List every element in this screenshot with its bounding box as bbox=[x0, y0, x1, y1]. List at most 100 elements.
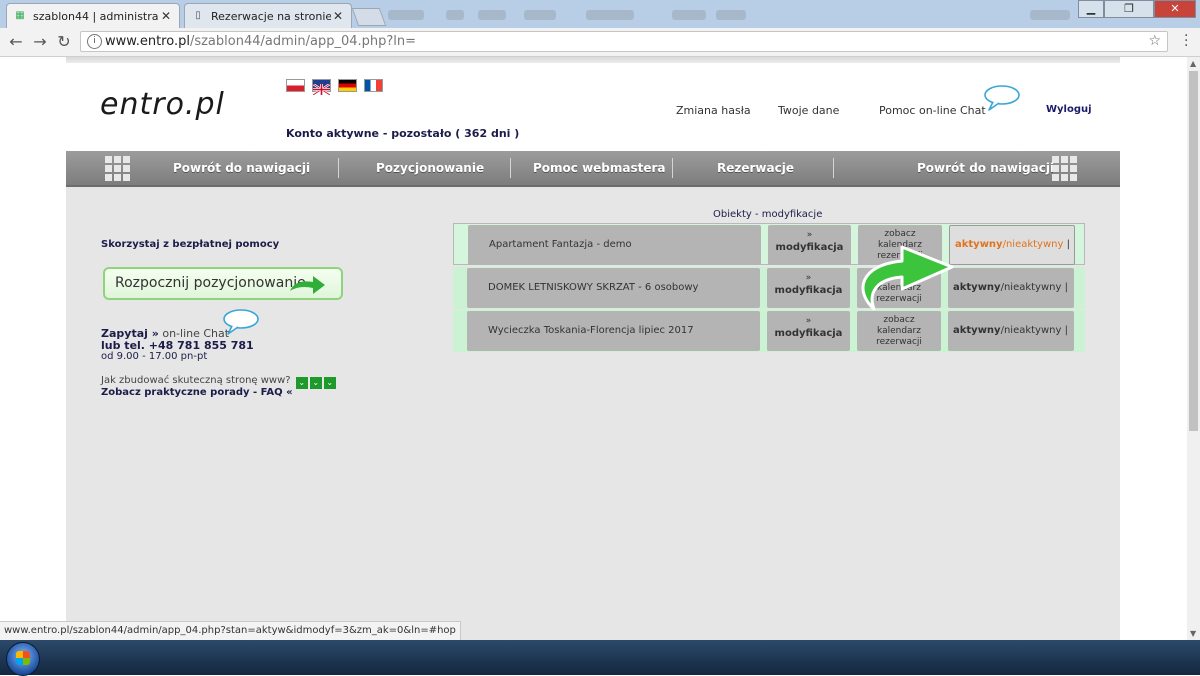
restore-button[interactable]: ❐ bbox=[1104, 0, 1154, 18]
nav-webmaster-help[interactable]: Pomoc webmastera bbox=[533, 151, 666, 185]
nav-separator bbox=[338, 158, 339, 178]
page-container: entro.pl Konto aktywne - pozostało ( 362… bbox=[66, 57, 1120, 640]
bookmark-star-icon[interactable]: ☆ bbox=[1148, 32, 1161, 51]
browser-tab-strip: ▦ szablon44 | administracja ✕ ▯ Rezerwac… bbox=[0, 0, 1200, 28]
chevron-down-icon: ⌄ bbox=[309, 377, 322, 389]
close-tab-icon[interactable]: ✕ bbox=[159, 9, 173, 23]
nav-separator bbox=[833, 158, 834, 178]
inactive-option[interactable]: /nieaktywny bbox=[1003, 239, 1064, 250]
scroll-down-icon[interactable]: ▼ bbox=[1190, 629, 1196, 638]
chat-bubble-icon[interactable] bbox=[983, 85, 1021, 115]
tab-active[interactable]: ▦ szablon44 | administracja ✕ bbox=[6, 3, 180, 28]
reload-icon[interactable]: ↻ bbox=[54, 32, 74, 52]
logout-link[interactable]: Wyloguj bbox=[1046, 104, 1092, 115]
modify-label: modyfikacja bbox=[775, 242, 844, 253]
calendar-label-2: kalendarz bbox=[877, 326, 921, 336]
tab-title: szablon44 | administracja bbox=[33, 9, 159, 23]
nav-back-to-navigation-right[interactable]: Powrót do nawigacji bbox=[917, 151, 1054, 185]
faq-link[interactable]: Zobacz praktyczne porady - FAQ « bbox=[101, 387, 293, 398]
grid-menu-icon[interactable] bbox=[1052, 156, 1078, 182]
inactive-option[interactable]: /nieaktywny bbox=[1001, 282, 1062, 293]
status-separator: | bbox=[1064, 282, 1068, 293]
page-favicon-icon: ▯ bbox=[195, 10, 201, 21]
taskbar-blur bbox=[524, 10, 556, 20]
active-option[interactable]: aktywny bbox=[953, 325, 1001, 336]
uk-flag-cross bbox=[312, 82, 331, 97]
calendar-label-3: rezerwacji bbox=[876, 337, 922, 347]
modify-arrow: » bbox=[805, 316, 812, 326]
help-chat-link[interactable]: Pomoc on-line Chat bbox=[879, 104, 986, 117]
nav-positioning[interactable]: Pozycjonowanie bbox=[376, 151, 484, 185]
status-toggle[interactable]: aktywny/nieaktywny | bbox=[948, 311, 1074, 351]
account-status: Konto aktywne - pozostało ( 362 dni ) bbox=[286, 127, 520, 140]
scrollbar-thumb[interactable] bbox=[1189, 71, 1198, 431]
nav-back-to-navigation[interactable]: Powrót do nawigacji bbox=[173, 151, 310, 185]
chevron-down-icon: ⌄ bbox=[295, 377, 308, 389]
new-tab-button[interactable] bbox=[351, 8, 387, 26]
start-positioning-label: Rozpocznij pozycjonowanie bbox=[115, 275, 306, 291]
objects-title: Obiekty - modyfikacje bbox=[713, 209, 823, 220]
taskbar-blur bbox=[672, 10, 706, 20]
inactive-option[interactable]: /nieaktywny bbox=[1001, 325, 1062, 336]
calendar-link[interactable]: zobacz kalendarz rezerwacji bbox=[857, 311, 941, 351]
modify-arrow: » bbox=[805, 273, 812, 283]
chevron-down-icon: ⌄ bbox=[323, 377, 336, 389]
close-window-button[interactable]: ✕ bbox=[1154, 0, 1196, 18]
howto-text: Jak zbudować skuteczną stronę www? bbox=[101, 375, 291, 386]
free-help-heading: Skorzystaj z bezpłatnej pomocy bbox=[101, 239, 280, 250]
site-logo[interactable]: entro.pl bbox=[100, 87, 225, 122]
active-option[interactable]: aktywny bbox=[955, 239, 1003, 250]
modify-button[interactable]: » modyfikacja bbox=[768, 225, 851, 265]
object-name: Apartament Fantazja - demo bbox=[468, 225, 761, 265]
modify-button[interactable]: » modyfikacja bbox=[767, 311, 850, 351]
tab-inactive[interactable]: ▯ Rezerwacje na stronie www ✕ bbox=[184, 3, 352, 28]
nav-reservations[interactable]: Rezerwacje bbox=[717, 151, 794, 185]
annotation-arrow-icon bbox=[852, 239, 962, 317]
address-bar[interactable]: i www.entro.pl/szablon44/admin/app_04.ph… bbox=[80, 31, 1168, 52]
main-nav: Powrót do nawigacji Pozycjonowanie Pomoc… bbox=[66, 151, 1120, 187]
taskbar-blur bbox=[478, 10, 506, 20]
french-flag-icon[interactable] bbox=[364, 79, 383, 92]
windows-start-icon[interactable] bbox=[6, 642, 40, 676]
url-path: /szablon44/admin/app_04.php?ln= bbox=[189, 34, 417, 49]
site-header: entro.pl Konto aktywne - pozostało ( 362… bbox=[66, 63, 1120, 151]
object-row: Apartament Fantazja - demo » modyfikacja… bbox=[453, 223, 1085, 265]
info-icon[interactable]: i bbox=[87, 34, 102, 49]
modify-label: modyfikacja bbox=[774, 285, 843, 296]
status-separator: | bbox=[1064, 325, 1068, 336]
close-tab-icon[interactable]: ✕ bbox=[331, 9, 345, 23]
forward-arrow-icon[interactable]: → bbox=[30, 32, 50, 52]
object-name: Wycieczka Toskania-Florencja lipiec 2017 bbox=[467, 311, 760, 351]
status-toggle[interactable]: aktywny/nieaktywny | bbox=[949, 225, 1075, 265]
polish-flag-icon[interactable] bbox=[286, 79, 305, 92]
object-row: DOMEK LETNISKOWY SKRZAT - 6 osobowy » mo… bbox=[453, 267, 1085, 309]
page-viewport: entro.pl Konto aktywne - pozostało ( 362… bbox=[0, 57, 1187, 640]
modify-button[interactable]: » modyfikacja bbox=[767, 268, 850, 308]
windows-taskbar bbox=[0, 640, 1200, 676]
back-arrow-icon[interactable]: ← bbox=[6, 32, 26, 52]
german-flag-icon[interactable] bbox=[338, 79, 357, 92]
status-toggle[interactable]: aktywny/nieaktywny | bbox=[948, 268, 1074, 308]
change-password-link[interactable]: Zmiana hasła bbox=[676, 104, 751, 117]
object-row: Wycieczka Toskania-Florencja lipiec 2017… bbox=[453, 310, 1085, 352]
url-host: www.entro.pl bbox=[105, 34, 190, 49]
browser-toolbar: ← → ↻ i www.entro.pl/szablon44/admin/app… bbox=[0, 28, 1200, 57]
taskbar-blur bbox=[1030, 10, 1070, 20]
status-separator: | bbox=[1066, 239, 1070, 250]
vertical-scrollbar[interactable]: ▲ ▼ bbox=[1187, 57, 1200, 640]
taskbar-blur bbox=[388, 10, 424, 20]
object-name: DOMEK LETNISKOWY SKRZAT - 6 osobowy bbox=[467, 268, 760, 308]
taskbar-blur bbox=[446, 10, 464, 20]
scroll-up-icon[interactable]: ▲ bbox=[1190, 59, 1196, 68]
uk-flag-icon[interactable] bbox=[312, 79, 331, 97]
browser-menu-icon[interactable]: · · · bbox=[1184, 29, 1190, 53]
grid-menu-icon[interactable] bbox=[105, 156, 131, 182]
modify-label: modyfikacja bbox=[774, 328, 843, 339]
hours-line: od 9.00 - 17.00 pn-pt bbox=[101, 351, 208, 362]
taskbar-blur bbox=[716, 10, 746, 20]
modify-arrow: » bbox=[806, 230, 813, 240]
start-positioning-button[interactable]: Rozpocznij pozycjonowanie bbox=[103, 267, 343, 300]
your-data-link[interactable]: Twoje dane bbox=[778, 104, 839, 117]
minimize-button[interactable]: ▁ bbox=[1078, 0, 1104, 18]
tab-title: Rezerwacje na stronie www bbox=[211, 9, 331, 23]
